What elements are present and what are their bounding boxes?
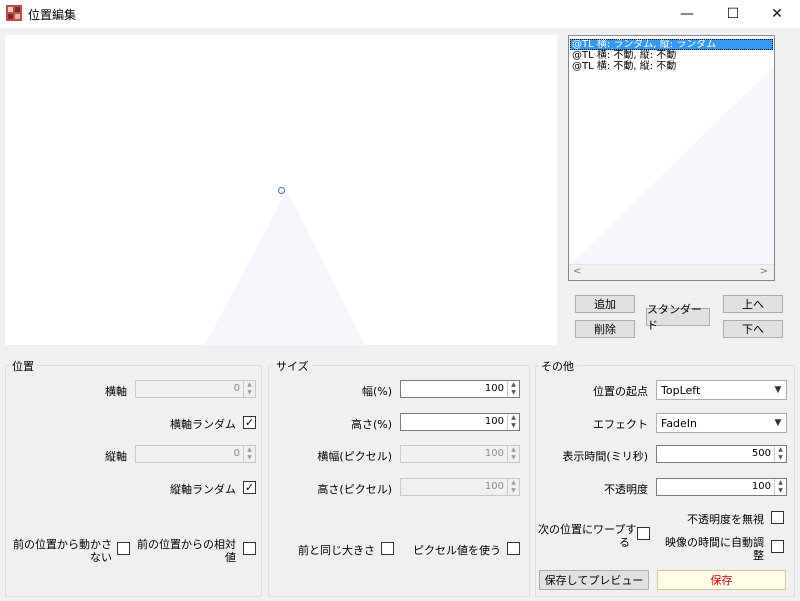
display-time-label: 表示時間(ミリ秒) xyxy=(562,450,648,463)
list-item[interactable]: @TL 横: ランダム, 縦: ランダム xyxy=(570,39,773,50)
spin-down-icon[interactable]: ▼ xyxy=(775,454,786,462)
spin-up-icon[interactable]: ▲ xyxy=(508,381,519,389)
auto-adjust-label-line2: 整 xyxy=(753,549,764,562)
horizontal-random-checkbox[interactable]: ✓ xyxy=(243,416,256,429)
size-group-title: サイズ xyxy=(273,358,312,374)
window-title: 位置編集 xyxy=(28,8,77,22)
close-icon: ✕ xyxy=(771,6,783,22)
display-time-value: 500 xyxy=(751,448,771,459)
vertical-value: 0 xyxy=(233,448,240,459)
horizontal-random-label: 横軸ランダム xyxy=(170,418,236,431)
origin-value: TopLeft xyxy=(661,383,701,397)
ignore-opacity-label: 不透明度を無視 xyxy=(687,513,764,526)
standard-button[interactable]: スタンダード xyxy=(646,303,710,332)
origin-label: 位置の起点 xyxy=(593,385,648,398)
spin-up-icon[interactable]: ▲ xyxy=(508,479,519,487)
spin-down-icon[interactable]: ▼ xyxy=(775,487,786,495)
width-pct-label: 幅(%) xyxy=(361,385,392,398)
no-move-label-line2: ない xyxy=(90,551,112,564)
spin-up-icon[interactable]: ▲ xyxy=(775,479,786,487)
horizontal-scrollbar[interactable]: < > xyxy=(569,264,774,280)
spin-up-icon[interactable]: ▲ xyxy=(244,381,255,389)
height-pct-label: 高さ(%) xyxy=(350,418,392,431)
relative-label-line2: 値 xyxy=(225,551,236,564)
app-icon xyxy=(6,5,22,21)
height-pct-spin[interactable]: 100 ▲ ▼ xyxy=(400,413,520,431)
minimize-icon: — xyxy=(680,6,694,22)
use-pixel-label: ピクセル値を使う xyxy=(413,544,501,557)
spin-down-icon[interactable]: ▼ xyxy=(508,389,519,397)
spin-down-icon[interactable]: ▼ xyxy=(508,454,519,462)
spin-down-icon[interactable]: ▼ xyxy=(508,422,519,430)
origin-select[interactable]: TopLeft ▼ xyxy=(656,380,787,400)
vertical-random-label: 縦軸ランダム xyxy=(170,483,236,496)
list-item[interactable]: @TL 横: 不動, 縦: 不動 xyxy=(570,61,773,72)
effect-value: FadeIn xyxy=(661,416,698,430)
no-move-checkbox[interactable] xyxy=(117,542,130,555)
height-px-label: 高さ(ピクセル) xyxy=(317,483,392,496)
relative-checkbox[interactable] xyxy=(243,542,256,555)
opacity-label: 不透明度 xyxy=(604,483,648,496)
close-button[interactable]: ✕ xyxy=(754,0,800,28)
horizontal-label: 横軸 xyxy=(105,385,127,398)
spin-down-icon[interactable]: ▼ xyxy=(244,389,255,397)
position-group-title: 位置 xyxy=(9,358,37,374)
effect-label: エフェクト xyxy=(593,418,648,431)
other-group-title: その他 xyxy=(538,358,577,374)
use-pixel-checkbox[interactable] xyxy=(507,542,520,555)
move-down-button[interactable]: 下へ xyxy=(723,320,783,338)
chevron-down-icon: ▼ xyxy=(774,418,782,428)
scroll-left-icon[interactable]: < xyxy=(573,266,581,277)
save-preview-button[interactable]: 保存してプレビュー xyxy=(539,570,649,590)
maximize-button[interactable]: ☐ xyxy=(710,0,756,28)
scroll-right-icon[interactable]: > xyxy=(760,266,768,277)
same-size-label: 前と同じ大きさ xyxy=(298,544,375,557)
spin-down-icon[interactable]: ▼ xyxy=(508,487,519,495)
height-pct-value: 100 xyxy=(484,416,504,427)
warp-checkbox[interactable] xyxy=(637,527,650,540)
spin-up-icon[interactable]: ▲ xyxy=(244,446,255,454)
height-px-spin[interactable]: 100 ▲ ▼ xyxy=(400,478,520,496)
vertical-spin[interactable]: 0 ▲ ▼ xyxy=(135,445,256,463)
ignore-opacity-checkbox[interactable] xyxy=(771,511,784,524)
width-px-value: 100 xyxy=(484,448,504,459)
spin-up-icon[interactable]: ▲ xyxy=(508,446,519,454)
opacity-spin[interactable]: 100 ▲ ▼ xyxy=(656,478,787,496)
save-button[interactable]: 保存 xyxy=(657,570,786,590)
maximize-icon: ☐ xyxy=(726,6,740,22)
add-button[interactable]: 追加 xyxy=(575,295,635,313)
width-pct-spin[interactable]: 100 ▲ ▼ xyxy=(400,380,520,398)
width-px-spin[interactable]: 100 ▲ ▼ xyxy=(400,445,520,463)
spin-up-icon[interactable]: ▲ xyxy=(775,446,786,454)
width-px-label: 横幅(ピクセル) xyxy=(317,450,392,463)
list-item[interactable]: @TL 横: 不動, 縦: 不動 xyxy=(570,50,773,61)
minimize-button[interactable]: — xyxy=(664,0,710,28)
auto-adjust-checkbox[interactable] xyxy=(771,540,784,553)
vertical-label: 縦軸 xyxy=(105,450,127,463)
warp-label-line2: る xyxy=(619,536,630,549)
spin-up-icon[interactable]: ▲ xyxy=(508,414,519,422)
position-list[interactable]: @TL 横: ランダム, 縦: ランダム @TL 横: 不動, 縦: 不動 @T… xyxy=(568,35,775,281)
opacity-value: 100 xyxy=(751,481,771,492)
position-marker[interactable] xyxy=(278,187,285,194)
same-size-checkbox[interactable] xyxy=(381,542,394,555)
vertical-random-checkbox[interactable]: ✓ xyxy=(243,481,256,494)
display-time-spin[interactable]: 500 ▲ ▼ xyxy=(656,445,787,463)
chevron-down-icon: ▼ xyxy=(774,385,782,395)
effect-select[interactable]: FadeIn ▼ xyxy=(656,413,787,433)
delete-button[interactable]: 削除 xyxy=(575,320,635,338)
horizontal-value: 0 xyxy=(233,383,240,394)
height-px-value: 100 xyxy=(484,481,504,492)
spin-down-icon[interactable]: ▼ xyxy=(244,454,255,462)
width-pct-value: 100 xyxy=(484,383,504,394)
move-up-button[interactable]: 上へ xyxy=(723,295,783,313)
horizontal-spin[interactable]: 0 ▲ ▼ xyxy=(135,380,256,398)
